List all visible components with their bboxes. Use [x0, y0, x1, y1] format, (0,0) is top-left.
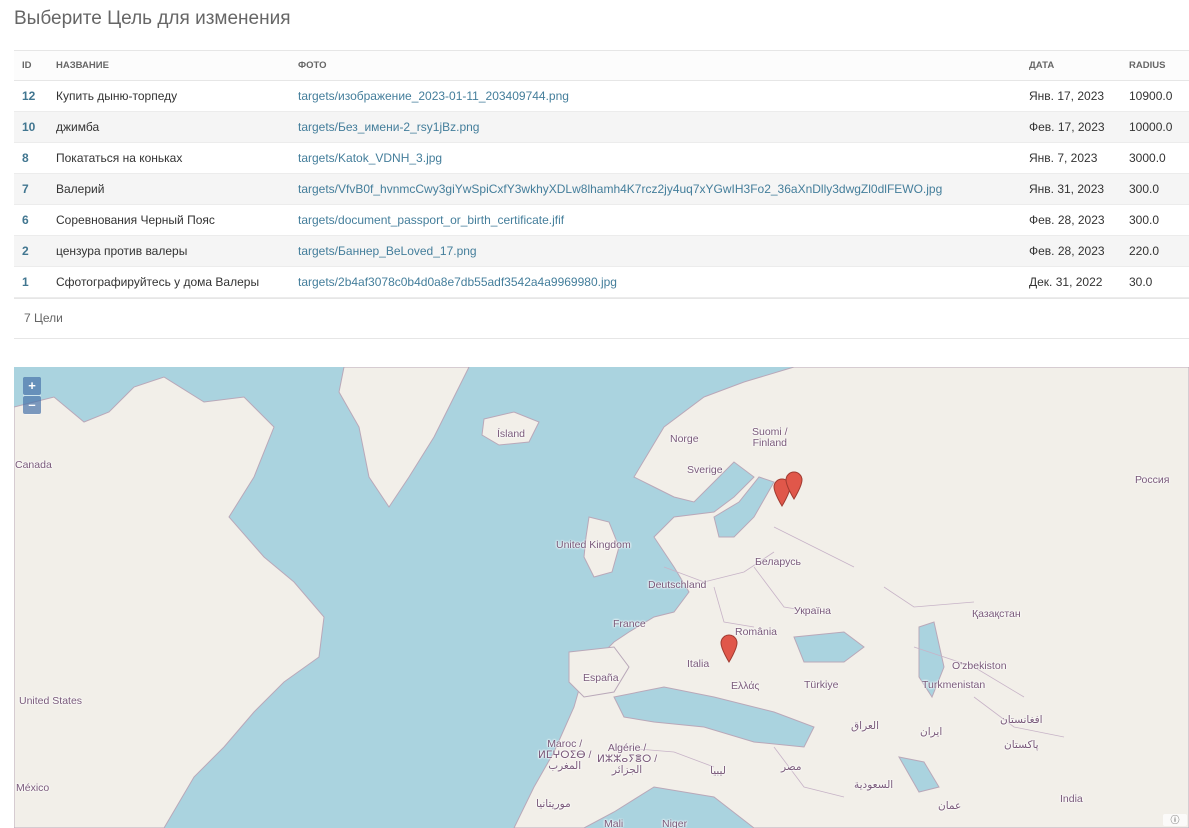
map-label-russia: Россия [1135, 474, 1170, 486]
row-name: джимба [46, 111, 288, 143]
row-id-link[interactable]: 2 [22, 244, 29, 258]
table-row: 1 Сфотографируйтесь у дома Валеры target… [14, 266, 1189, 298]
zoom-out-button[interactable]: – [23, 396, 41, 414]
map-label-morocco: Maroc / ⵍⵎⵖⵔⵉⴱ / المغرب [538, 738, 592, 772]
land-north-america [14, 376, 325, 828]
map-label-libya: ليبيا [710, 765, 726, 777]
row-name: Соревнования Черный Пояс [46, 204, 288, 236]
row-photo-link[interactable]: targets/VfvB0f_hvnmcCwy3giYwSpiCxfY3wkhy… [298, 182, 942, 196]
zoom-control: + – [23, 377, 41, 415]
map-label-norway: Norge [670, 433, 699, 445]
table-row: 6 Соревнования Черный Пояс targets/docum… [14, 204, 1189, 236]
row-date: Фев. 28, 2023 [1019, 204, 1119, 236]
map-label-india: India [1060, 793, 1083, 805]
results-table: ID НАЗВАНИЕ ФОТО ДАТА RADIUS 12 Купить д… [14, 50, 1189, 298]
map-label-belarus: Беларусь [755, 556, 801, 568]
row-date: Дек. 31, 2022 [1019, 266, 1119, 298]
row-name: Покататься на коньках [46, 142, 288, 174]
map-label-greece: Ελλάς [731, 680, 760, 692]
map-label-iceland: Ísland [497, 428, 526, 440]
map-label-mexico: México [16, 782, 50, 794]
row-date: Фев. 17, 2023 [1019, 111, 1119, 143]
map-label-algeria: Algérie / ⵍⵣⵣⴰⵢⴻⵔ / الجزائر [597, 742, 658, 776]
map-label-germany: Deutschland [648, 579, 707, 591]
land-greenland [338, 367, 470, 508]
row-photo-link[interactable]: targets/Без_имени-2_rsy1jBz.png [298, 120, 479, 134]
paginator: 7 Цели [14, 298, 1189, 339]
table-row: 8 Покататься на коньках targets/Katok_VD… [14, 142, 1189, 174]
table-row: 10 джимба targets/Без_имени-2_rsy1jBz.pn… [14, 111, 1189, 143]
attribution-icon[interactable]: ⓘ [1163, 814, 1187, 826]
map-label-sweden: Sverige [687, 464, 723, 476]
row-radius: 10900.0 [1119, 80, 1189, 112]
map-label-romania: România [735, 626, 778, 638]
map-label-saudi-arabia: السعودية [854, 779, 894, 791]
row-date: Янв. 31, 2023 [1019, 173, 1119, 205]
map-marker-3[interactable] [719, 633, 739, 663]
map-label-iraq: العراق [851, 720, 880, 732]
table-row: 7 Валерий targets/VfvB0f_hvnmcCwy3giYwSp… [14, 173, 1189, 205]
row-id-link[interactable]: 10 [22, 120, 35, 134]
row-name: Сфотографируйтесь у дома Валеры [46, 266, 288, 298]
map-label-oman: عمان [938, 800, 962, 812]
row-id-link[interactable]: 1 [22, 275, 29, 289]
row-radius: 220.0 [1119, 235, 1189, 267]
map-label-ukraine: Україна [794, 605, 832, 617]
map-label-uk: United Kingdom [556, 539, 631, 551]
row-photo-link[interactable]: targets/document_passport_or_birth_certi… [298, 213, 564, 227]
row-id-link[interactable]: 12 [22, 89, 35, 103]
row-radius: 30.0 [1119, 266, 1189, 298]
map-label-canada: Canada [15, 459, 52, 471]
row-name: Купить дыню-торпеду [46, 80, 288, 112]
row-photo-link[interactable]: targets/2b4af3078c0b4d0a8e7db55adf3542a4… [298, 275, 617, 289]
map-label-kazakhstan: Қазақстан [972, 608, 1021, 620]
map-label-iran: ایران [920, 726, 943, 738]
map-label-italy: Italia [687, 658, 710, 670]
map-label-mauritania: موريتانيا [536, 798, 571, 810]
map-label-afghanistan: افغانستان [1000, 714, 1043, 726]
table-row: 2 цензура против валеры targets/Баннер_B… [14, 235, 1189, 267]
map-label-france: France [613, 618, 646, 630]
column-header-name[interactable]: НАЗВАНИЕ [46, 50, 288, 81]
map-label-uzbekistan: O'zbekiston [952, 660, 1007, 672]
row-radius: 300.0 [1119, 204, 1189, 236]
map-label-egypt: مصر [781, 761, 802, 773]
row-radius: 10000.0 [1119, 111, 1189, 143]
row-name: цензура против валеры [46, 235, 288, 267]
column-header-date[interactable]: ДАТА [1019, 50, 1119, 81]
row-photo-link[interactable]: targets/Баннер_BeLoved_17.png [298, 244, 477, 258]
row-radius: 3000.0 [1119, 142, 1189, 174]
map-marker-2[interactable] [784, 470, 804, 500]
column-header-id[interactable]: ID [14, 50, 46, 81]
row-date: Фев. 28, 2023 [1019, 235, 1119, 267]
map-label-usa: United States [19, 695, 83, 707]
map-label-turkey: Türkiye [804, 679, 839, 691]
page-title: Выберите Цель для изменения [14, 8, 291, 29]
table-row: 12 Купить дыню-торпеду targets/изображен… [14, 80, 1189, 112]
row-date: Янв. 7, 2023 [1019, 142, 1119, 174]
map-widget[interactable]: + – Ísland Norge Suomi / Finland Sverige… [14, 367, 1189, 828]
map-label-spain: España [583, 672, 619, 684]
column-header-photo[interactable]: ФОТО [288, 50, 1019, 81]
table-header-row: ID НАЗВАНИЕ ФОТО ДАТА RADIUS [14, 50, 1189, 81]
zoom-in-button[interactable]: + [23, 377, 41, 395]
map-label-mali: Mali [604, 818, 624, 828]
row-id-link[interactable]: 8 [22, 151, 29, 165]
row-photo-link[interactable]: targets/изображение_2023-01-11_203409744… [298, 89, 569, 103]
map-label-niger: Niger [662, 818, 688, 828]
map-label-pakistan: پاکستان [1004, 739, 1039, 751]
row-radius: 300.0 [1119, 173, 1189, 205]
map-label-finland: Suomi / Finland [752, 426, 788, 449]
row-photo-link[interactable]: targets/Katok_VDNH_3.jpg [298, 151, 442, 165]
row-name: Валерий [46, 173, 288, 205]
map-label-turkmenistan: Turkmenistan [922, 679, 986, 691]
row-id-link[interactable]: 7 [22, 182, 29, 196]
row-date: Янв. 17, 2023 [1019, 80, 1119, 112]
column-header-radius[interactable]: RADIUS [1119, 50, 1189, 81]
row-id-link[interactable]: 6 [22, 213, 29, 227]
